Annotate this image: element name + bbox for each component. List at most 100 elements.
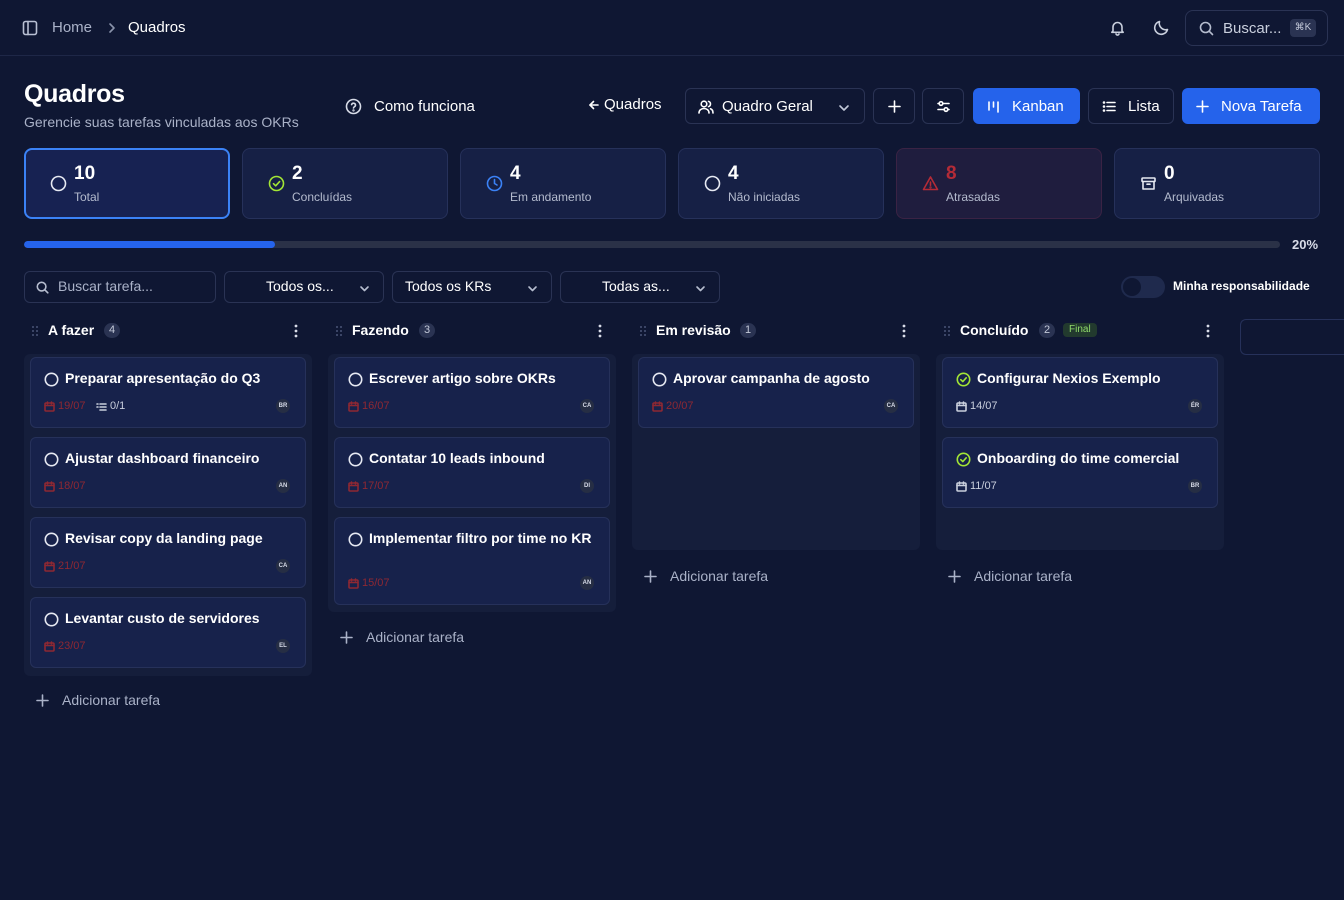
stat-not-started[interactable]: 4 Não iniciadas	[678, 148, 884, 219]
avatar: AN	[276, 479, 290, 493]
status-circle-icon[interactable]	[652, 372, 667, 387]
filter-kr-select[interactable]: Todos os KRs	[392, 271, 552, 303]
calendar-icon	[44, 480, 55, 492]
check-circle-icon[interactable]	[956, 372, 971, 387]
task-title: Revisar copy da landing page	[65, 530, 263, 546]
sliders-icon	[936, 100, 950, 112]
back-to-boards-label: Quadros	[604, 96, 662, 113]
more-vertical-icon[interactable]	[592, 323, 608, 339]
stat-archived[interactable]: 0 Arquivadas	[1114, 148, 1320, 219]
stat-completed[interactable]: 2 Concluídas	[242, 148, 448, 219]
task-card[interactable]: Configurar Nexios Exemplo 14/07 ÉR	[942, 357, 1218, 428]
stat-label: Atrasadas	[946, 190, 1001, 204]
status-circle-icon[interactable]	[44, 612, 59, 627]
add-board-button[interactable]	[873, 88, 915, 124]
stat-total[interactable]: 10 Total	[24, 148, 230, 219]
task-card[interactable]: Implementar filtro por time no KR 15/07 …	[334, 517, 610, 605]
task-card[interactable]: Ajustar dashboard financeiro 18/07 AN	[30, 437, 306, 508]
search-icon	[36, 281, 49, 294]
task-title: Configurar Nexios Exemplo	[977, 370, 1161, 386]
task-card[interactable]: Onboarding do time comercial 11/07 BR	[942, 437, 1218, 508]
column-title: Concluído	[960, 322, 1029, 338]
stat-value: 2	[292, 163, 303, 184]
status-circle-icon[interactable]	[348, 372, 363, 387]
column-review: Em revisão 1 Aprovar campanha de agosto …	[632, 318, 920, 584]
new-task-button[interactable]: Nova Tarefa	[1182, 88, 1320, 124]
plus-icon	[644, 569, 657, 583]
task-card[interactable]: Contatar 10 leads inbound 17/07 DI	[334, 437, 610, 508]
task-search-input[interactable]: Buscar tarefa...	[24, 271, 216, 303]
add-task-button[interactable]: Adicionar tarefa	[340, 629, 464, 645]
plus-icon	[1196, 99, 1209, 113]
task-due-date-text: 19/07	[58, 400, 86, 412]
status-circle-icon[interactable]	[44, 532, 59, 547]
list-view-button[interactable]: Lista	[1088, 88, 1174, 124]
status-circle-icon[interactable]	[348, 532, 363, 547]
column-done: Concluído 2 Final Configurar Nexios Exem…	[936, 318, 1224, 584]
filter-value: Todos os KRs	[405, 278, 492, 294]
add-task-label: Adicionar tarefa	[62, 692, 161, 708]
stat-overdue[interactable]: 8 Atrasadas	[896, 148, 1102, 219]
stat-label: Não iniciadas	[728, 190, 801, 204]
stat-in-progress[interactable]: 4 Em andamento	[460, 148, 666, 219]
list-view-label: Lista	[1128, 97, 1160, 115]
kanban-view-label: Kanban	[1012, 97, 1064, 115]
stat-label: Total	[74, 190, 100, 204]
back-to-boards-link[interactable]: Quadros	[588, 96, 662, 113]
bell-icon[interactable]	[1109, 19, 1126, 36]
sidebar-toggle-icon[interactable]	[22, 20, 38, 36]
drag-handle-icon[interactable]	[942, 325, 952, 337]
task-card[interactable]: Escrever artigo sobre OKRs 16/07 CA	[334, 357, 610, 428]
status-circle-icon[interactable]	[44, 452, 59, 467]
status-circle-icon[interactable]	[348, 452, 363, 467]
drag-handle-icon[interactable]	[334, 325, 344, 337]
global-search[interactable]: Buscar... ⌘K	[1185, 10, 1328, 46]
moon-icon[interactable]	[1153, 19, 1170, 36]
more-vertical-icon[interactable]	[896, 323, 912, 339]
add-task-button[interactable]: Adicionar tarefa	[948, 568, 1072, 584]
add-task-button[interactable]: Adicionar tarefa	[644, 568, 768, 584]
task-card[interactable]: Aprovar campanha de agosto 20/07 CA	[638, 357, 914, 428]
add-column-placeholder[interactable]	[1240, 319, 1344, 355]
task-title: Aprovar campanha de agosto	[673, 370, 870, 386]
calendar-icon	[44, 400, 55, 412]
task-card[interactable]: Levantar custo de servidores 23/07 EL	[30, 597, 306, 668]
avatar: BR	[276, 399, 290, 413]
check-circle-icon[interactable]	[956, 452, 971, 467]
add-task-button[interactable]: Adicionar tarefa	[36, 692, 160, 708]
how-it-works-button[interactable]: Como funciona	[345, 95, 475, 117]
breadcrumb-home[interactable]: Home	[52, 18, 92, 38]
stat-value: 0	[1164, 163, 1175, 184]
my-responsibility-label: Minha responsabilidade	[1173, 279, 1310, 293]
filter-status-select[interactable]: Todas as...	[560, 271, 720, 303]
column-count-badge: 3	[419, 323, 436, 338]
avatar: AN	[580, 576, 594, 590]
task-due-date-text: 20/07	[666, 400, 694, 412]
stat-label: Arquivadas	[1164, 190, 1225, 204]
breadcrumb-current: Quadros	[128, 19, 186, 36]
calendar-icon	[348, 577, 359, 589]
task-due-date: 17/07	[348, 480, 390, 492]
board-settings-button[interactable]	[922, 88, 964, 124]
more-vertical-icon[interactable]	[288, 323, 304, 339]
chevron-down-icon	[838, 102, 850, 114]
drag-handle-icon[interactable]	[30, 325, 40, 337]
column-title: A fazer	[48, 322, 95, 338]
final-stage-badge: Final	[1063, 323, 1097, 337]
kanban-view-button[interactable]: Kanban	[973, 88, 1080, 124]
avatar: DI	[580, 479, 594, 493]
task-card[interactable]: Revisar copy da landing page 21/07 CA	[30, 517, 306, 588]
more-vertical-icon[interactable]	[1200, 323, 1216, 339]
my-responsibility-toggle[interactable]	[1121, 276, 1165, 298]
list-icon	[1102, 100, 1116, 112]
plus-icon	[340, 630, 353, 644]
drag-handle-icon[interactable]	[638, 325, 648, 337]
filter-owner-select[interactable]: Todos os...	[224, 271, 384, 303]
task-subtasks: 0/1	[96, 400, 125, 412]
check-circle-icon	[268, 175, 285, 192]
board-select[interactable]: Quadro Geral	[685, 88, 865, 124]
stat-label: Em andamento	[510, 190, 592, 204]
search-icon	[1199, 21, 1214, 36]
status-circle-icon[interactable]	[44, 372, 59, 387]
task-card[interactable]: Preparar apresentação do Q3 19/07 0/1 BR	[30, 357, 306, 428]
